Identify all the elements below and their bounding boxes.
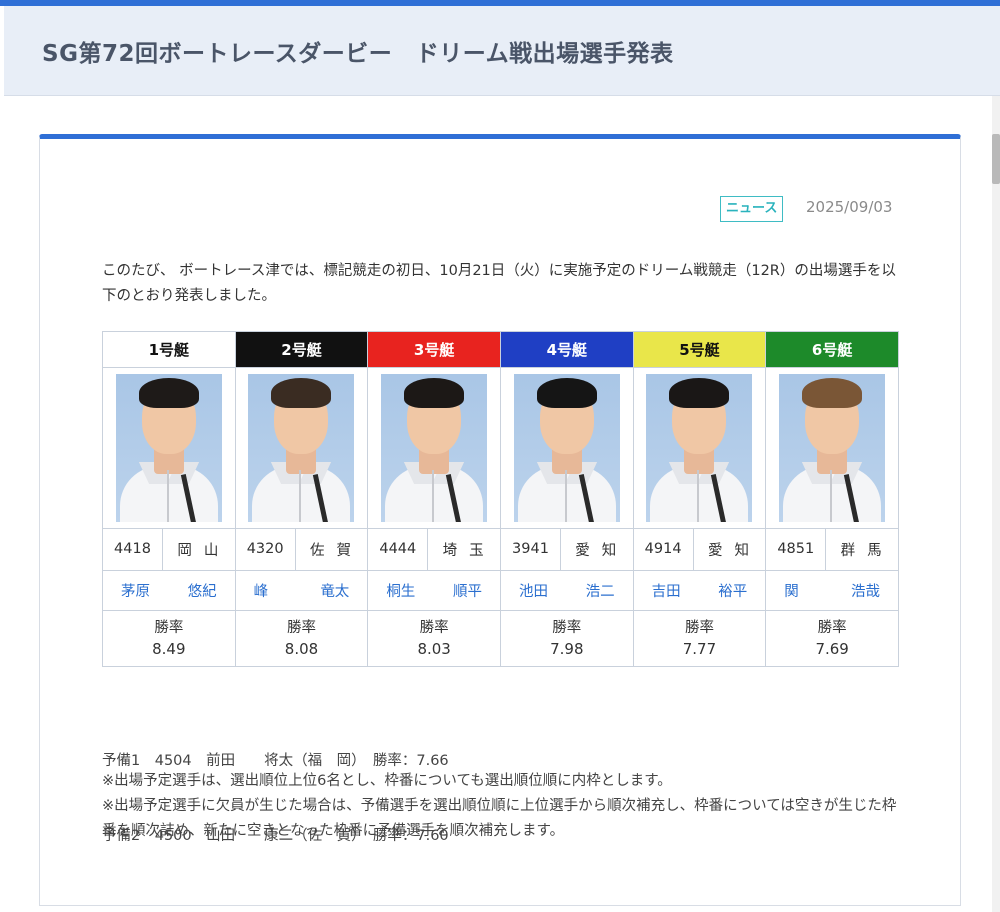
article-date: 2025/09/03	[806, 198, 893, 216]
racer-name-link[interactable]: 関 浩哉	[767, 580, 898, 601]
boat-header-2: 2号艇	[234, 331, 369, 368]
reg-number: 4320	[236, 529, 296, 570]
racer-name-cell[interactable]: 関 浩哉	[765, 570, 899, 611]
scrollbar[interactable]	[992, 96, 1000, 912]
reg-number: 3941	[501, 529, 561, 570]
racer-photo	[646, 374, 753, 522]
win-rate-label: 勝率	[817, 619, 847, 636]
page-title: SG第72回ボートレースダービー ドリーム戦出場選手発表	[42, 41, 674, 67]
win-rate-value: 8.49	[152, 639, 186, 658]
prefecture: 愛知	[575, 543, 629, 559]
given-name[interactable]: 悠紀	[188, 580, 217, 601]
given-name[interactable]: 裕平	[718, 580, 747, 601]
win-rate-value: 7.77	[682, 639, 717, 658]
note-item: ※出場予定選手に欠員が生じた場合は、予備選手を選出順位順に上位選手から順次補充し…	[102, 798, 897, 839]
prefecture: 愛知	[707, 543, 761, 559]
racer-name-cell[interactable]: 茅原 悠紀	[102, 570, 236, 611]
win-rate-value: 8.08	[284, 639, 319, 658]
prefecture: 群馬	[840, 543, 894, 559]
racer-name-link[interactable]: 吉田 裕平	[634, 580, 765, 601]
racer-table: 1号艇 2号艇 3号艇 4号艇 5号艇 6号艇 4418 岡山 4320 佐賀 44…	[102, 331, 899, 667]
win-rate-cell: 勝率 8.08	[234, 610, 369, 667]
reg-cell: 4418 岡山	[102, 528, 236, 571]
racer-photo	[513, 374, 620, 522]
boat-header-6: 6号艇	[765, 331, 899, 368]
photo-cell	[367, 367, 501, 529]
win-rate-label: 勝率	[154, 619, 184, 636]
boat-header-3: 3号艇	[367, 331, 501, 368]
family-name[interactable]: 茅原	[121, 580, 150, 601]
photo-row	[102, 367, 899, 529]
racer-photo	[248, 374, 355, 522]
given-name[interactable]: 竜太	[320, 580, 349, 601]
photo-cell	[632, 367, 767, 529]
photo-cell	[765, 367, 899, 529]
article-intro: このたび、 ボートレース津では、標記競走の初日、10月21日（火）に実施予定のド…	[102, 263, 896, 304]
scrollbar-thumb[interactable]	[992, 134, 1000, 184]
racer-photo	[381, 374, 488, 522]
racer-photo	[115, 374, 222, 522]
win-rate-row: 勝率 8.49 勝率 8.08 勝率 8.03 勝率 7.98 勝率 7.77 勝率 7.6…	[102, 610, 899, 667]
boat-header-5: 5号艇	[632, 331, 767, 368]
reg-number: 4444	[369, 529, 429, 570]
reg-cell: 4914 愛知	[632, 528, 767, 571]
reg-cell: 4444 埼玉	[367, 528, 501, 571]
racer-name-cell[interactable]: 峰 竜太	[234, 570, 369, 611]
given-name[interactable]: 順平	[453, 580, 482, 601]
win-rate-cell: 勝率 7.98	[499, 610, 634, 667]
article-meta: ニュース 2025/09/03	[720, 194, 900, 224]
note-item: ※出場予定選手は、選出順位上位6名とし、枠番についても選出順位順に内枠とします。	[102, 773, 672, 789]
photo-cell	[234, 367, 369, 529]
win-rate-value: 7.69	[815, 639, 849, 658]
news-badge[interactable]: ニュース	[720, 196, 784, 222]
prefecture: 岡山	[177, 543, 231, 559]
given-name[interactable]: 浩哉	[851, 580, 880, 601]
reg-cell: 4851 群馬	[765, 528, 899, 571]
racer-name-link[interactable]: 峰 竜太	[236, 580, 367, 601]
family-name[interactable]: 峰	[254, 580, 269, 601]
racer-photo	[779, 374, 886, 522]
racer-name-link[interactable]: 桐生 順平	[369, 580, 500, 601]
racer-name-link[interactable]: 池田 浩二	[501, 580, 632, 601]
racer-name-link[interactable]: 茅原 悠紀	[103, 580, 234, 601]
family-name[interactable]: 池田	[519, 580, 548, 601]
prefecture: 佐賀	[309, 543, 363, 559]
family-name[interactable]: 関	[784, 580, 799, 601]
family-name[interactable]: 桐生	[386, 580, 415, 601]
boat-header-1: 1号艇	[102, 331, 236, 368]
given-name[interactable]: 浩二	[586, 580, 615, 601]
family-name[interactable]: 吉田	[652, 580, 681, 601]
photo-cell	[499, 367, 634, 529]
win-rate-value: 7.98	[550, 639, 584, 658]
win-rate-cell: 勝率 7.69	[765, 610, 899, 667]
reg-cell: 4320 佐賀	[234, 528, 369, 571]
notes: ※出場予定選手は、選出順位上位6名とし、枠番についても選出順位順に内枠とします。…	[102, 769, 902, 844]
win-rate-label: 勝率	[286, 619, 316, 636]
page-header: SG第72回ボートレースダービー ドリーム戦出場選手発表	[4, 6, 1000, 96]
boat-header-4: 4号艇	[499, 331, 634, 368]
win-rate-label: 勝率	[419, 619, 449, 636]
reg-number: 4851	[767, 529, 827, 570]
reg-cell: 3941 愛知	[499, 528, 634, 571]
reg-number: 4418	[103, 529, 163, 570]
win-rate-cell: 勝率 8.49	[102, 610, 236, 667]
win-rate-label: 勝率	[684, 619, 714, 636]
racer-name-cell[interactable]: 池田 浩二	[499, 570, 634, 611]
racer-name-cell[interactable]: 桐生 順平	[367, 570, 501, 611]
article-card: ニュース 2025/09/03 このたび、 ボートレース津では、標記競走の初日、…	[39, 134, 961, 906]
win-rate-value: 8.03	[417, 639, 451, 658]
racer-name-cell[interactable]: 吉田 裕平	[632, 570, 767, 611]
registration-row: 4418 岡山 4320 佐賀 4444 埼玉 3941 愛知 4914 愛知 4851 群…	[102, 528, 899, 571]
win-rate-cell: 勝率 7.77	[632, 610, 767, 667]
name-row: 茅原 悠紀 峰 竜太 桐生 順平 池田 浩二 吉田 裕平 関 浩哉	[102, 570, 899, 611]
boat-number-row: 1号艇 2号艇 3号艇 4号艇 5号艇 6号艇	[102, 331, 899, 368]
prefecture: 埼玉	[442, 543, 496, 559]
photo-cell	[102, 367, 236, 529]
reg-number: 4914	[634, 529, 694, 570]
win-rate-cell: 勝率 8.03	[367, 610, 501, 667]
win-rate-label: 勝率	[552, 619, 582, 636]
